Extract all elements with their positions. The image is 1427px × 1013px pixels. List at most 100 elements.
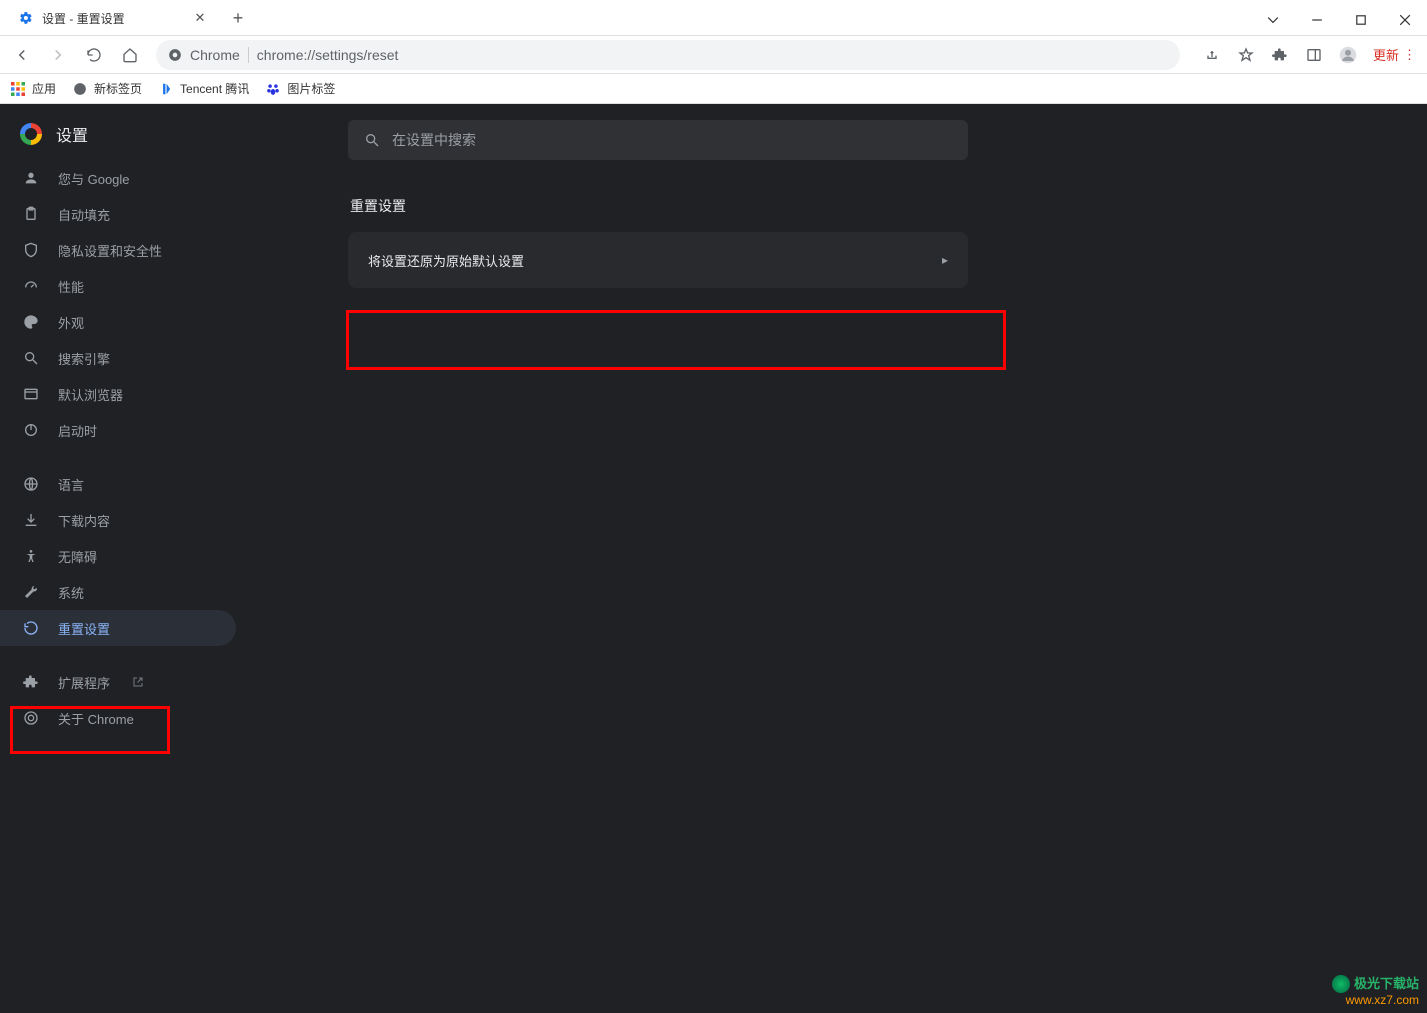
section-title: 重置设置 <box>350 196 1008 216</box>
settings-main: 在设置中搜索 重置设置 将设置还原为原始默认设置 ▸ <box>256 104 1427 1013</box>
window-maximize-button[interactable] <box>1339 5 1383 35</box>
person-icon <box>22 169 40 187</box>
search-placeholder: 在设置中搜索 <box>392 130 476 150</box>
sidebar-item-reset[interactable]: 重置设置 <box>0 610 236 646</box>
sidebar-item-autofill[interactable]: 自动填充 <box>0 196 236 232</box>
browser-window-icon <box>22 385 40 403</box>
tab-title: 设置 - 重置设置 <box>42 10 184 27</box>
sidebar-item-label: 外观 <box>58 313 84 332</box>
titlebar: 设置 - 重置设置 ✕ + <box>0 0 1427 36</box>
bookmark-newtab[interactable]: 新标签页 <box>72 80 142 97</box>
sidebar-item-label: 您与 Google <box>58 169 130 188</box>
gear-icon <box>18 10 34 26</box>
omnibox-separator <box>248 47 249 63</box>
sidebar-item-privacy[interactable]: 隐私设置和安全性 <box>0 232 236 268</box>
sidebar-item-label: 启动时 <box>58 421 97 440</box>
sidebar-item-languages[interactable]: 语言 <box>0 466 236 502</box>
sidebar-item-about-chrome[interactable]: 关于 Chrome <box>0 700 236 736</box>
bookmark-label: 新标签页 <box>94 80 142 97</box>
globe-icon <box>22 475 40 493</box>
bookmark-label: Tencent 腾讯 <box>180 80 249 97</box>
tencent-icon <box>158 81 174 97</box>
sidebar-item-extensions[interactable]: 扩展程序 <box>0 664 236 700</box>
reload-button[interactable] <box>78 39 110 71</box>
new-tab-button[interactable]: + <box>224 4 252 32</box>
omnibox-scheme-label: Chrome <box>190 47 240 63</box>
bookmark-star-icon[interactable] <box>1230 39 1262 71</box>
home-button[interactable] <box>114 39 146 71</box>
apps-grid-icon <box>10 81 26 97</box>
sidebar-item-label: 语言 <box>58 475 84 494</box>
open-external-icon <box>132 676 144 688</box>
sidebar-item-you-and-google[interactable]: 您与 Google <box>0 160 236 196</box>
browser-toolbar: Chrome chrome://settings/reset 更新⋮ <box>0 36 1427 74</box>
bookmark-tencent[interactable]: Tencent 腾讯 <box>158 80 249 97</box>
profile-avatar-icon[interactable] <box>1332 39 1364 71</box>
puzzle-icon <box>22 673 40 691</box>
watermark: 极光下载站 www.xz7.com <box>1332 975 1419 1007</box>
restore-icon <box>22 619 40 637</box>
globe-icon <box>72 81 88 97</box>
settings-search-input[interactable]: 在设置中搜索 <box>348 120 968 160</box>
sidebar-item-downloads[interactable]: 下载内容 <box>0 502 236 538</box>
sidebar-item-label: 扩展程序 <box>58 673 110 692</box>
sidebar-item-default-browser[interactable]: 默认浏览器 <box>0 376 236 412</box>
settings-title: 设置 <box>56 122 88 146</box>
search-icon <box>22 349 40 367</box>
sidebar-item-label: 重置设置 <box>58 619 110 638</box>
sidebar-item-system[interactable]: 系统 <box>0 574 236 610</box>
chevron-right-icon: ▸ <box>942 253 948 267</box>
restore-defaults-row[interactable]: 将设置还原为原始默认设置 ▸ <box>348 232 968 288</box>
sidebar-item-on-startup[interactable]: 启动时 <box>0 412 236 448</box>
sidebar-item-label: 无障碍 <box>58 547 97 566</box>
chrome-outline-icon <box>22 709 40 727</box>
sidepanel-icon[interactable] <box>1298 39 1330 71</box>
sidebar-item-label: 下载内容 <box>58 511 110 530</box>
sidebar-item-label: 关于 Chrome <box>58 709 134 728</box>
wrench-icon <box>22 583 40 601</box>
watermark-line1: 极光下载站 <box>1354 976 1419 992</box>
watermark-line2: www.xz7.com <box>1332 993 1419 1007</box>
sidebar-item-appearance[interactable]: 外观 <box>0 304 236 340</box>
close-tab-icon[interactable]: ✕ <box>192 10 208 26</box>
power-icon <box>22 421 40 439</box>
sidebar-item-performance[interactable]: 性能 <box>0 268 236 304</box>
browser-tab[interactable]: 设置 - 重置设置 ✕ <box>8 1 218 35</box>
bookmarks-bar: 应用 新标签页 Tencent 腾讯 图片标签 <box>0 74 1427 104</box>
speedometer-icon <box>22 277 40 295</box>
extensions-icon[interactable] <box>1264 39 1296 71</box>
clipboard-icon <box>22 205 40 223</box>
watermark-logo-icon <box>1332 975 1350 993</box>
sidebar-item-label: 隐私设置和安全性 <box>58 241 162 260</box>
bookmark-images[interactable]: 图片标签 <box>265 80 335 97</box>
sidebar-item-label: 搜索引擎 <box>58 349 110 368</box>
address-bar[interactable]: Chrome chrome://settings/reset <box>156 40 1180 70</box>
sidebar-item-label: 性能 <box>58 277 84 296</box>
back-button[interactable] <box>6 39 38 71</box>
sidebar-item-search-engine[interactable]: 搜索引擎 <box>0 340 236 376</box>
baidu-paw-icon <box>265 81 281 97</box>
settings-page: 设置 您与 Google 自动填充 隐私设置和安全性 性能 外观 搜索引擎 <box>0 104 1427 1013</box>
update-button[interactable]: 更新⋮ <box>1366 40 1421 69</box>
window-dropdown-icon[interactable] <box>1251 5 1295 35</box>
forward-button[interactable] <box>42 39 74 71</box>
share-icon[interactable] <box>1196 39 1228 71</box>
download-icon <box>22 511 40 529</box>
chrome-icon <box>168 48 182 62</box>
search-icon <box>364 132 380 148</box>
omnibox-url: chrome://settings/reset <box>257 47 399 63</box>
window-controls <box>1251 5 1427 35</box>
window-close-button[interactable] <box>1383 5 1427 35</box>
window-minimize-button[interactable] <box>1295 5 1339 35</box>
sidebar-item-label: 自动填充 <box>58 205 110 224</box>
sidebar-item-label: 默认浏览器 <box>58 385 123 404</box>
bookmark-apps[interactable]: 应用 <box>10 80 56 97</box>
settings-sidebar: 设置 您与 Google 自动填充 隐私设置和安全性 性能 外观 搜索引擎 <box>0 104 256 1013</box>
shield-icon <box>22 241 40 259</box>
bookmark-label: 图片标签 <box>287 80 335 97</box>
sidebar-item-accessibility[interactable]: 无障碍 <box>0 538 236 574</box>
bookmark-label: 应用 <box>32 80 56 97</box>
sidebar-item-label: 系统 <box>58 583 84 602</box>
reset-card: 将设置还原为原始默认设置 ▸ <box>348 232 968 288</box>
chrome-logo-icon <box>20 123 42 145</box>
